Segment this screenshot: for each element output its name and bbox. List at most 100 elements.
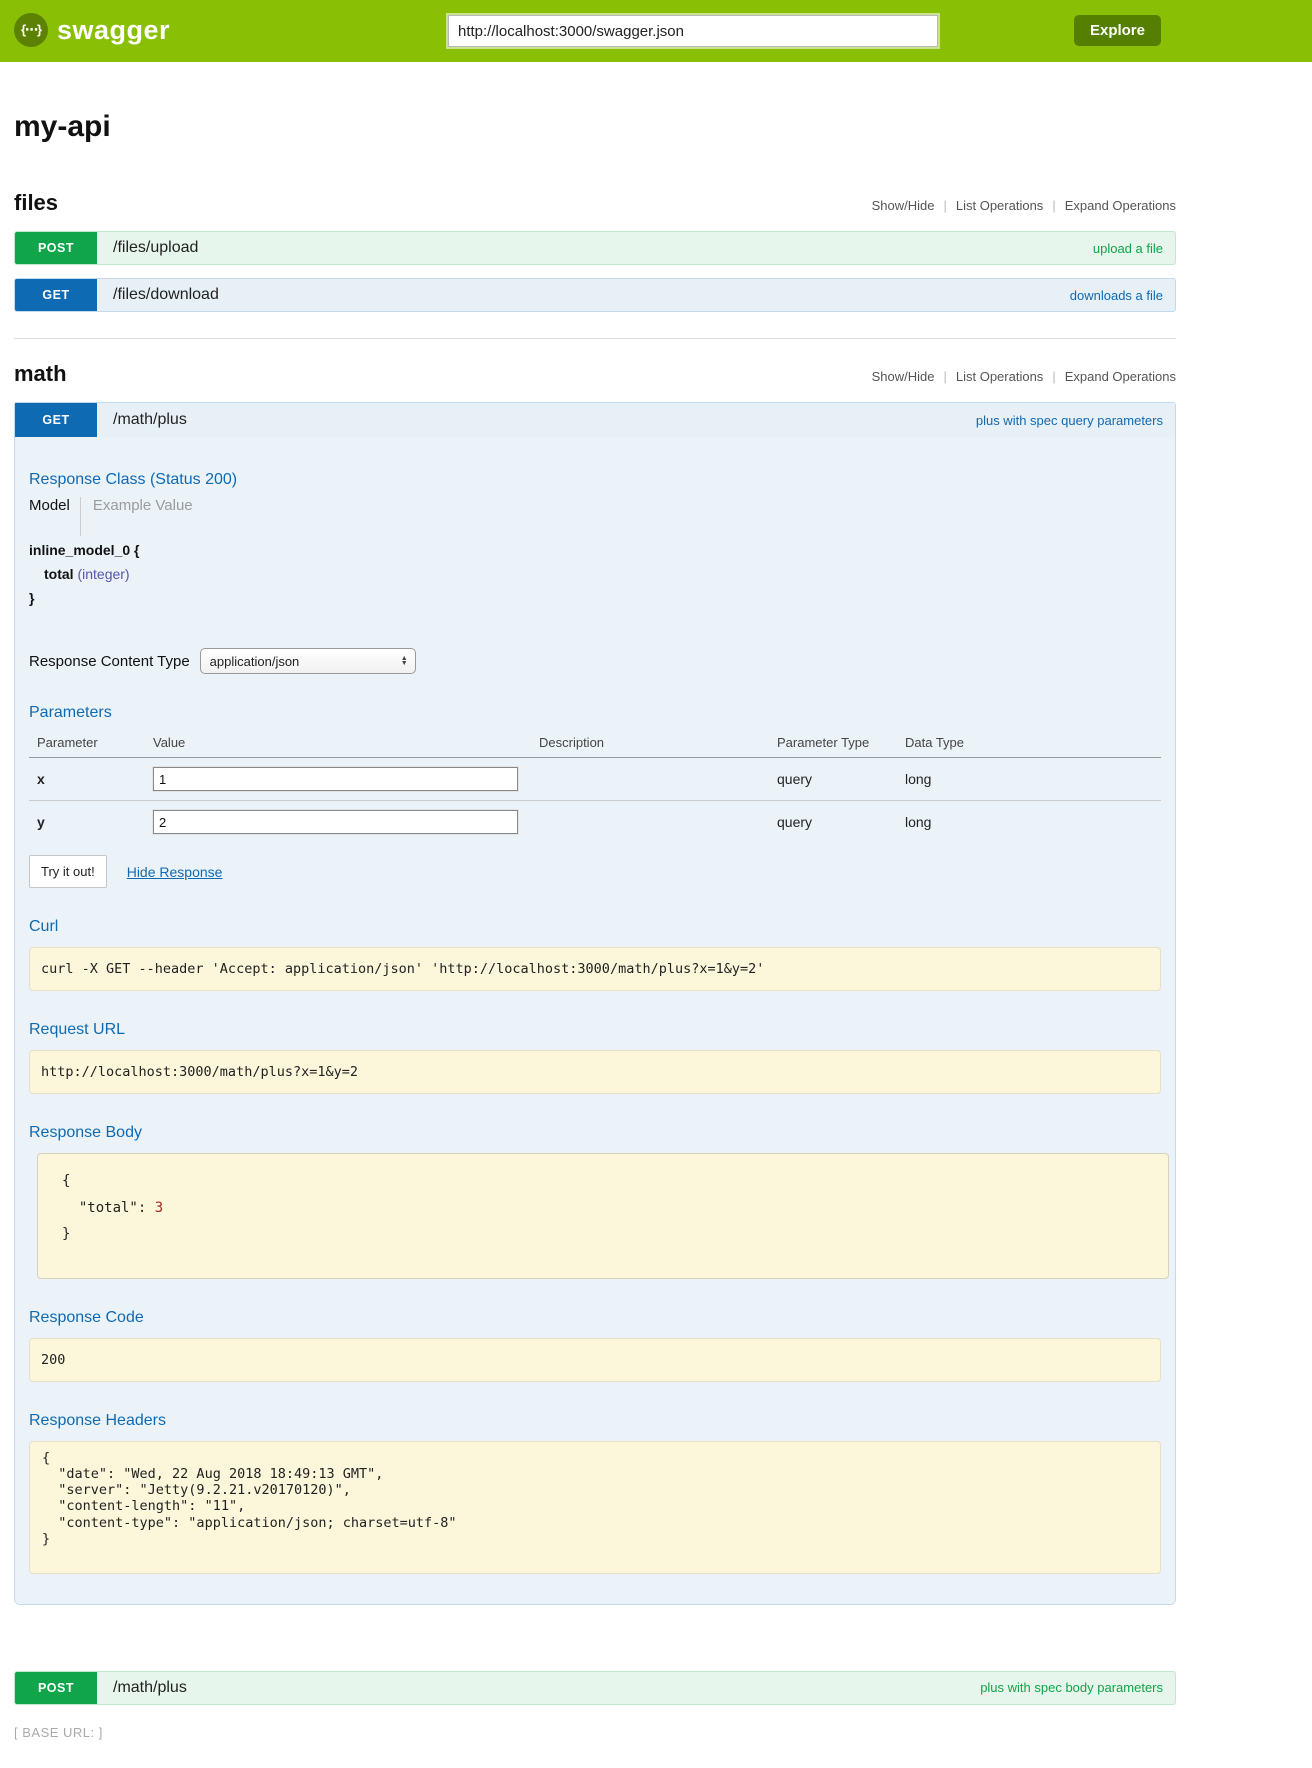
resource-files-head: files Show/Hide | List Operations | Expand O…: [14, 190, 1176, 216]
math-show-hide-link[interactable]: Show/Hide: [872, 369, 935, 384]
curl-command-box: curl -X GET --header 'Accept: applicatio…: [29, 947, 1161, 991]
explore-button[interactable]: Explore: [1074, 15, 1161, 46]
parameter-x-input[interactable]: [153, 767, 518, 791]
operation-path[interactable]: /files/upload: [113, 239, 198, 257]
try-it-out-button[interactable]: Try it out!: [29, 855, 107, 888]
response-body-box: { "total": 3 }: [37, 1153, 1169, 1279]
col-header-parameter: Parameter: [29, 730, 153, 758]
response-body-text: }: [62, 1226, 70, 1242]
spec-url-input[interactable]: [448, 15, 938, 47]
parameter-name: y: [29, 801, 153, 844]
resource-files-links: Show/Hide | List Operations | Expand Operati…: [872, 198, 1176, 213]
parameters-heading: Parameters: [29, 704, 1161, 722]
files-show-hide-link[interactable]: Show/Hide: [872, 198, 935, 213]
request-url-box: http://localhost:3000/math/plus?x=1&y=2: [29, 1050, 1161, 1094]
select-stepper-icon: ▲▼: [401, 656, 408, 666]
col-header-data-type: Data Type: [905, 730, 1161, 758]
link-separator: |: [1052, 198, 1055, 213]
method-badge-post[interactable]: POST: [15, 232, 97, 264]
response-content-type-select[interactable]: application/json ▲▼: [200, 648, 416, 674]
parameter-type: query: [777, 801, 905, 844]
resource-title-files[interactable]: files: [14, 190, 58, 216]
link-separator: |: [943, 369, 946, 384]
operation-get-files-download: GET /files/download downloads a file: [14, 278, 1176, 312]
resource-title-math[interactable]: math: [14, 361, 67, 387]
response-code-heading: Response Code: [29, 1309, 1161, 1327]
parameter-description: [539, 801, 777, 844]
resource-math-links: Show/Hide | List Operations | Expand Operati…: [872, 369, 1176, 384]
model-signature: inline_model_0 { total (integer) }: [29, 542, 1161, 606]
model-name: inline_model_0 {: [29, 542, 1161, 558]
math-expand-operations-link[interactable]: Expand Operations: [1065, 369, 1176, 384]
operation-row[interactable]: POST /math/plus plus with spec body para…: [14, 1671, 1176, 1705]
logo-glyph: {⋯}: [21, 22, 41, 38]
swagger-brand[interactable]: {⋯} swagger: [14, 13, 170, 47]
brand-name: swagger: [57, 15, 170, 46]
operation-summary[interactable]: upload a file: [1093, 241, 1163, 256]
model-property: total (integer): [29, 566, 1161, 582]
response-body-text: { "total":: [62, 1173, 155, 1216]
response-headers-heading: Response Headers: [29, 1412, 1161, 1430]
operation-path[interactable]: /math/plus: [113, 1679, 187, 1697]
response-body-heading: Response Body: [29, 1124, 1161, 1142]
base-url-label: [ BASE URL: ]: [14, 1725, 1176, 1740]
operation-summary[interactable]: plus with spec body parameters: [980, 1680, 1163, 1695]
tab-model[interactable]: Model: [29, 497, 80, 514]
method-badge-get[interactable]: GET: [15, 279, 97, 311]
swagger-logo-icon: {⋯}: [14, 13, 48, 47]
try-it-out-row: Try it out! Hide Response: [29, 855, 1161, 888]
operation-expanded-panel: Response Class (Status 200) Model Exampl…: [15, 437, 1175, 1604]
operation-get-math-plus: GET /math/plus plus with spec query para…: [14, 402, 1176, 1605]
model-close-brace: }: [29, 590, 1161, 606]
resource-files: files Show/Hide | List Operations | Expand O…: [14, 190, 1176, 312]
parameter-row-y: y query long: [29, 801, 1161, 844]
response-class-heading: Response Class (Status 200): [29, 471, 1161, 489]
selected-content-type: application/json: [210, 654, 300, 669]
operation-row[interactable]: GET /math/plus plus with spec query para…: [15, 403, 1175, 437]
parameter-y-input[interactable]: [153, 810, 518, 834]
parameter-data-type: long: [905, 758, 1161, 801]
files-list-operations-link[interactable]: List Operations: [956, 198, 1043, 213]
response-content-type-row: Response Content Type application/json ▲…: [29, 648, 1161, 674]
parameter-type: query: [777, 758, 905, 801]
parameter-data-type: long: [905, 801, 1161, 844]
method-badge-get[interactable]: GET: [15, 403, 97, 437]
operation-summary[interactable]: downloads a file: [1070, 288, 1163, 303]
operation-path[interactable]: /math/plus: [113, 411, 187, 429]
operation-post-math-plus: POST /math/plus plus with spec body para…: [14, 1671, 1176, 1705]
top-bar: {⋯} swagger Explore: [0, 0, 1312, 62]
response-headers-box: { "date": "Wed, 22 Aug 2018 18:49:13 GMT…: [29, 1441, 1161, 1574]
bottom-whitespace: [14, 1740, 1176, 1768]
col-header-value: Value: [153, 730, 539, 758]
resource-math-head: math Show/Hide | List Operations | Expand Op…: [14, 361, 1176, 387]
response-body-number: 3: [155, 1200, 163, 1216]
tab-example-value[interactable]: Example Value: [80, 497, 193, 536]
math-list-operations-link[interactable]: List Operations: [956, 369, 1043, 384]
parameter-row-x: x query long: [29, 758, 1161, 801]
request-url-heading: Request URL: [29, 1021, 1161, 1039]
response-content-type-label: Response Content Type: [29, 653, 190, 670]
operation-row[interactable]: GET /files/download downloads a file: [14, 278, 1176, 312]
page-title: my-api: [14, 110, 1176, 144]
property-type: (integer): [77, 566, 129, 582]
parameters-table: Parameter Value Description Parameter Ty…: [29, 730, 1161, 843]
operation-summary[interactable]: plus with spec query parameters: [976, 413, 1163, 428]
parameter-description: [539, 758, 777, 801]
curl-heading: Curl: [29, 918, 1161, 936]
col-header-parameter-type: Parameter Type: [777, 730, 905, 758]
files-expand-operations-link[interactable]: Expand Operations: [1065, 198, 1176, 213]
link-separator: |: [1052, 369, 1055, 384]
hide-response-link[interactable]: Hide Response: [127, 864, 223, 880]
model-tabs: Model Example Value: [29, 497, 1161, 536]
operation-path[interactable]: /files/download: [113, 286, 219, 304]
resource-math: math Show/Hide | List Operations | Expand Op…: [14, 338, 1176, 1705]
parameter-name: x: [29, 758, 153, 801]
parameters-header-row: Parameter Value Description Parameter Ty…: [29, 730, 1161, 758]
property-name: total: [44, 566, 74, 582]
method-badge-post[interactable]: POST: [15, 1672, 97, 1704]
col-header-description: Description: [539, 730, 777, 758]
link-separator: |: [943, 198, 946, 213]
main-content: my-api files Show/Hide | List Operations | E…: [14, 110, 1176, 1768]
operation-row[interactable]: POST /files/upload upload a file: [14, 231, 1176, 265]
operation-post-files-upload: POST /files/upload upload a file: [14, 231, 1176, 265]
